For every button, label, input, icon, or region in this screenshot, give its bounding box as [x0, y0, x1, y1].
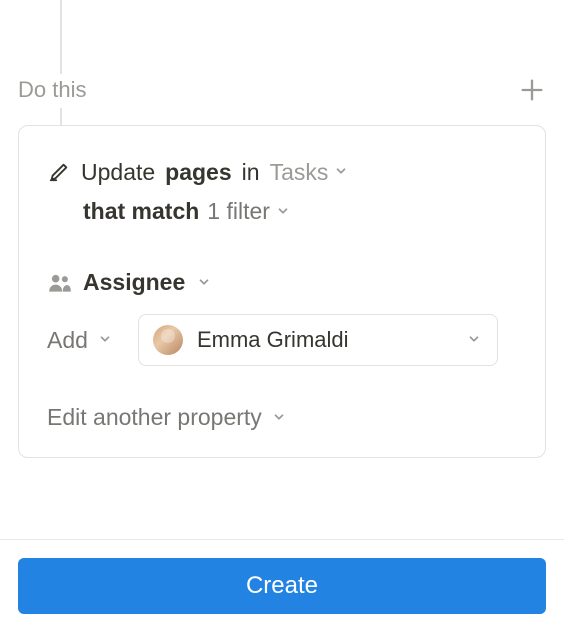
action-line: Update pages in Tasks	[47, 156, 517, 188]
filter-selector[interactable]: 1 filter	[207, 198, 292, 225]
chevron-down-icon	[197, 275, 213, 291]
chevron-down-icon	[98, 332, 114, 348]
person-name: Emma Grimaldi	[197, 327, 451, 353]
add-action-button[interactable]	[518, 76, 546, 104]
filter-line: that match 1 filter	[83, 198, 517, 225]
section-label: Do this	[18, 77, 86, 103]
database-selector[interactable]: Tasks	[270, 156, 351, 188]
action-object: pages	[165, 156, 231, 188]
create-button[interactable]: Create	[18, 558, 546, 614]
property-header[interactable]: Assignee	[47, 269, 517, 296]
chevron-down-icon	[272, 410, 288, 426]
operation-label: Add	[47, 327, 88, 354]
property-name: Assignee	[83, 269, 185, 296]
timeline-connector-top	[60, 0, 62, 74]
database-name: Tasks	[270, 156, 329, 188]
footer: Create	[0, 539, 564, 636]
action-verb: Update	[81, 156, 155, 188]
timeline-connector-bottom	[60, 108, 62, 126]
chevron-down-icon	[467, 332, 483, 348]
chevron-down-icon	[276, 204, 292, 220]
edit-icon	[47, 160, 71, 184]
avatar	[153, 325, 183, 355]
person-selector[interactable]: Emma Grimaldi	[138, 314, 498, 366]
action-preposition: in	[242, 156, 260, 188]
property-value-row: Add Emma Grimaldi	[47, 314, 517, 366]
filter-count: 1 filter	[207, 198, 270, 225]
operation-selector[interactable]: Add	[47, 327, 114, 354]
match-prefix: that match	[83, 198, 199, 225]
action-card: Update pages in Tasks that match 1 filte…	[18, 125, 546, 458]
people-icon	[47, 270, 73, 296]
property-section: Assignee Add Emma Grimaldi	[47, 269, 517, 431]
edit-another-label: Edit another property	[47, 404, 262, 431]
chevron-down-icon	[334, 164, 350, 180]
edit-another-property-button[interactable]: Edit another property	[47, 404, 517, 431]
section-header: Do this	[18, 76, 546, 104]
